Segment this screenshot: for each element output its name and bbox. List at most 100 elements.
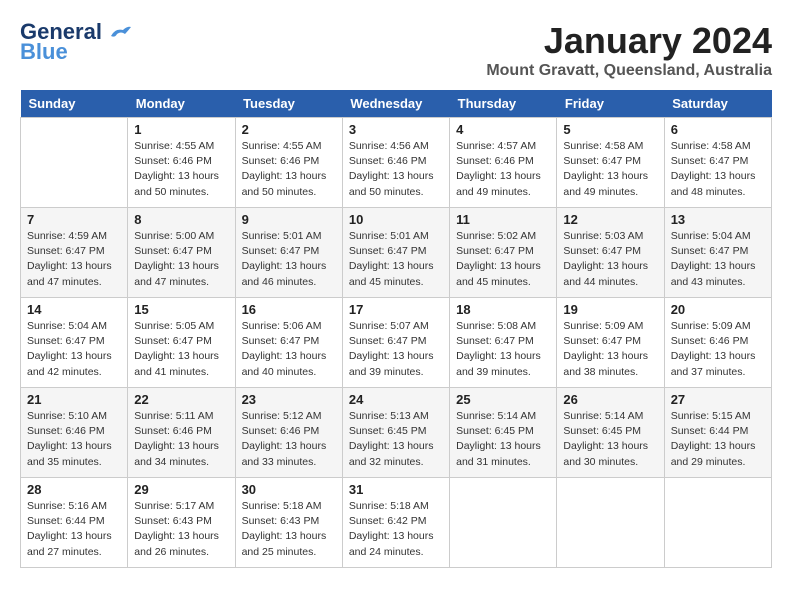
day-number: 9: [242, 212, 336, 227]
calendar-cell: 6Sunrise: 4:58 AM Sunset: 6:47 PM Daylig…: [664, 118, 771, 208]
day-number: 18: [456, 302, 550, 317]
day-info: Sunrise: 5:11 AM Sunset: 6:46 PM Dayligh…: [134, 410, 219, 468]
header: General Blue January 2024 Mount Gravatt,…: [20, 20, 772, 80]
day-number: 29: [134, 482, 228, 497]
calendar-cell: 11Sunrise: 5:02 AM Sunset: 6:47 PM Dayli…: [450, 208, 557, 298]
day-number: 12: [563, 212, 657, 227]
day-info: Sunrise: 5:09 AM Sunset: 6:47 PM Dayligh…: [563, 320, 648, 378]
day-info: Sunrise: 5:10 AM Sunset: 6:46 PM Dayligh…: [27, 410, 112, 468]
logo-blue: Blue: [20, 40, 68, 64]
day-info: Sunrise: 4:55 AM Sunset: 6:46 PM Dayligh…: [134, 140, 219, 198]
calendar-cell: 18 Sunrise: 5:08 AM Sunset: 6:47 PM Dayli…: [450, 298, 557, 388]
title-area: January 2024 Mount Gravatt, Queensland, …: [486, 20, 772, 80]
column-header-monday: Monday: [128, 90, 235, 118]
day-info: Sunrise: 4:59 AM Sunset: 6:47 PM Dayligh…: [27, 230, 112, 288]
day-info: Sunrise: 5:07 AM Sunset: 6:47 PM Dayligh…: [349, 320, 434, 378]
calendar-cell: 24 Sunrise: 5:13 AM Sunset: 6:45 PM Dayli…: [342, 388, 449, 478]
column-header-wednesday: Wednesday: [342, 90, 449, 118]
calendar-cell: [450, 478, 557, 568]
calendar-week-row: 7 Sunrise: 4:59 AM Sunset: 6:47 PM Daylig…: [21, 208, 772, 298]
day-info: Sunrise: 5:18 AM Sunset: 6:42 PM Dayligh…: [349, 500, 434, 558]
column-header-saturday: Saturday: [664, 90, 771, 118]
day-info: Sunrise: 4:56 AM Sunset: 6:46 PM Dayligh…: [349, 140, 434, 198]
day-number: 27: [671, 392, 765, 407]
calendar-cell: 9 Sunrise: 5:01 AM Sunset: 6:47 PM Daylig…: [235, 208, 342, 298]
day-number: 3: [349, 122, 443, 137]
day-number: 22: [134, 392, 228, 407]
day-info: Sunrise: 5:03 AM Sunset: 6:47 PM Dayligh…: [563, 230, 648, 288]
day-number: 28: [27, 482, 121, 497]
day-number: 8: [134, 212, 228, 227]
calendar-header-row: SundayMondayTuesdayWednesdayThursdayFrid…: [21, 90, 772, 118]
day-number: 5: [563, 122, 657, 137]
calendar-cell: 5Sunrise: 4:58 AM Sunset: 6:47 PM Daylig…: [557, 118, 664, 208]
calendar-cell: 10 Sunrise: 5:01 AM Sunset: 6:47 PM Dayli…: [342, 208, 449, 298]
calendar-cell: 21 Sunrise: 5:10 AM Sunset: 6:46 PM Dayli…: [21, 388, 128, 478]
calendar-cell: 30 Sunrise: 5:18 AM Sunset: 6:43 PM Dayli…: [235, 478, 342, 568]
day-info: Sunrise: 4:58 AM Sunset: 6:47 PM Dayligh…: [671, 140, 756, 198]
calendar-cell: 25Sunrise: 5:14 AM Sunset: 6:45 PM Dayli…: [450, 388, 557, 478]
day-number: 23: [242, 392, 336, 407]
logo-bird-icon: [109, 24, 131, 42]
day-number: 10: [349, 212, 443, 227]
calendar-table: SundayMondayTuesdayWednesdayThursdayFrid…: [20, 90, 772, 568]
day-info: Sunrise: 5:15 AM Sunset: 6:44 PM Dayligh…: [671, 410, 756, 468]
day-info: Sunrise: 4:55 AM Sunset: 6:46 PM Dayligh…: [242, 140, 327, 198]
calendar-cell: 14 Sunrise: 5:04 AM Sunset: 6:47 PM Dayli…: [21, 298, 128, 388]
day-number: 13: [671, 212, 765, 227]
calendar-cell: 29 Sunrise: 5:17 AM Sunset: 6:43 PM Dayli…: [128, 478, 235, 568]
calendar-cell: 12 Sunrise: 5:03 AM Sunset: 6:47 PM Dayli…: [557, 208, 664, 298]
calendar-cell: 13 Sunrise: 5:04 AM Sunset: 6:47 PM Dayli…: [664, 208, 771, 298]
calendar-cell: 26Sunrise: 5:14 AM Sunset: 6:45 PM Dayli…: [557, 388, 664, 478]
day-number: 1: [134, 122, 228, 137]
day-number: 26: [563, 392, 657, 407]
day-info: Sunrise: 5:12 AM Sunset: 6:46 PM Dayligh…: [242, 410, 327, 468]
calendar-cell: 2 Sunrise: 4:55 AM Sunset: 6:46 PM Daylig…: [235, 118, 342, 208]
day-info: Sunrise: 5:13 AM Sunset: 6:45 PM Dayligh…: [349, 410, 434, 468]
calendar-week-row: 21 Sunrise: 5:10 AM Sunset: 6:46 PM Dayli…: [21, 388, 772, 478]
day-info: Sunrise: 5:01 AM Sunset: 6:47 PM Dayligh…: [242, 230, 327, 288]
logo: General Blue: [20, 20, 131, 64]
location-subtitle: Mount Gravatt, Queensland, Australia: [486, 62, 772, 80]
day-number: 21: [27, 392, 121, 407]
day-number: 24: [349, 392, 443, 407]
calendar-cell: 17 Sunrise: 5:07 AM Sunset: 6:47 PM Dayli…: [342, 298, 449, 388]
day-info: Sunrise: 5:01 AM Sunset: 6:47 PM Dayligh…: [349, 230, 434, 288]
day-number: 4: [456, 122, 550, 137]
day-info: Sunrise: 5:02 AM Sunset: 6:47 PM Dayligh…: [456, 230, 541, 288]
calendar-cell: 16Sunrise: 5:06 AM Sunset: 6:47 PM Dayli…: [235, 298, 342, 388]
day-number: 31: [349, 482, 443, 497]
day-info: Sunrise: 5:04 AM Sunset: 6:47 PM Dayligh…: [671, 230, 756, 288]
day-number: 2: [242, 122, 336, 137]
column-header-tuesday: Tuesday: [235, 90, 342, 118]
day-number: 14: [27, 302, 121, 317]
day-info: Sunrise: 4:57 AM Sunset: 6:46 PM Dayligh…: [456, 140, 541, 198]
calendar-cell: [21, 118, 128, 208]
calendar-cell: 15Sunrise: 5:05 AM Sunset: 6:47 PM Dayli…: [128, 298, 235, 388]
calendar-cell: [557, 478, 664, 568]
calendar-cell: 19 Sunrise: 5:09 AM Sunset: 6:47 PM Dayli…: [557, 298, 664, 388]
day-number: 17: [349, 302, 443, 317]
day-number: 15: [134, 302, 228, 317]
column-header-sunday: Sunday: [21, 90, 128, 118]
calendar-week-row: 1 Sunrise: 4:55 AM Sunset: 6:46 PM Daylig…: [21, 118, 772, 208]
calendar-cell: 22 Sunrise: 5:11 AM Sunset: 6:46 PM Dayli…: [128, 388, 235, 478]
day-info: Sunrise: 5:14 AM Sunset: 6:45 PM Dayligh…: [456, 410, 541, 468]
day-number: 30: [242, 482, 336, 497]
day-number: 7: [27, 212, 121, 227]
calendar-cell: 1 Sunrise: 4:55 AM Sunset: 6:46 PM Daylig…: [128, 118, 235, 208]
day-info: Sunrise: 5:04 AM Sunset: 6:47 PM Dayligh…: [27, 320, 112, 378]
calendar-cell: 23 Sunrise: 5:12 AM Sunset: 6:46 PM Dayli…: [235, 388, 342, 478]
column-header-thursday: Thursday: [450, 90, 557, 118]
day-info: Sunrise: 5:16 AM Sunset: 6:44 PM Dayligh…: [27, 500, 112, 558]
day-info: Sunrise: 5:17 AM Sunset: 6:43 PM Dayligh…: [134, 500, 219, 558]
calendar-cell: 28 Sunrise: 5:16 AM Sunset: 6:44 PM Dayli…: [21, 478, 128, 568]
day-info: Sunrise: 5:09 AM Sunset: 6:46 PM Dayligh…: [671, 320, 756, 378]
day-info: Sunrise: 5:08 AM Sunset: 6:47 PM Dayligh…: [456, 320, 541, 378]
day-number: 19: [563, 302, 657, 317]
calendar-cell: 20 Sunrise: 5:09 AM Sunset: 6:46 PM Dayli…: [664, 298, 771, 388]
day-number: 20: [671, 302, 765, 317]
day-info: Sunrise: 5:18 AM Sunset: 6:43 PM Dayligh…: [242, 500, 327, 558]
calendar-cell: 4 Sunrise: 4:57 AM Sunset: 6:46 PM Daylig…: [450, 118, 557, 208]
day-info: Sunrise: 5:00 AM Sunset: 6:47 PM Dayligh…: [134, 230, 219, 288]
